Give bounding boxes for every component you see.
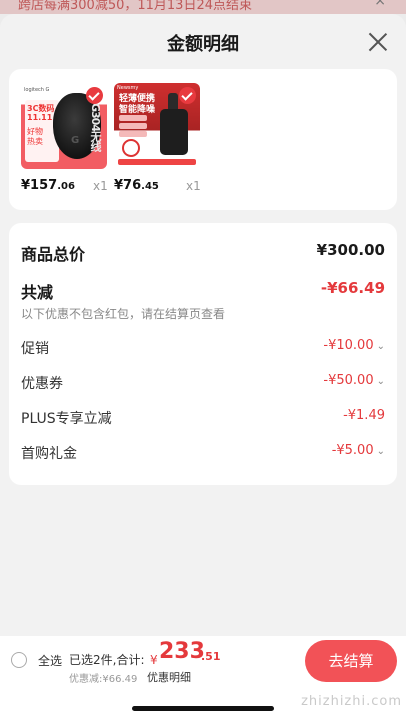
coupon-label: 优惠券 <box>21 376 63 392</box>
product-price: ¥157.06 <box>21 178 75 193</box>
amount-detail-sheet: 金额明细 logitech G 3C数码 11.11 好物 热卖 G G304无… <box>0 14 406 636</box>
product-item[interactable]: Newsmy 轻薄便携 智能降噪 ¥76.45 x1 <box>114 83 204 193</box>
thumb-text: 智能降噪 <box>119 105 156 115</box>
feature-bar <box>119 115 147 121</box>
plus-label: PLUS专享立减 <box>21 411 112 427</box>
selected-count: 已选2件,合计: <box>69 653 145 667</box>
checked-icon <box>179 87 196 104</box>
home-indicator[interactable] <box>132 706 274 711</box>
coupon-amount: -¥50.00 <box>323 373 374 388</box>
plus-row: PLUS专享立减 -¥1.49 <box>21 408 385 428</box>
promo-value: -¥10.00 ⌄ <box>323 338 385 353</box>
product-item[interactable]: logitech G 3C数码 11.11 好物 热卖 G G304无线 ¥15… <box>21 83 111 193</box>
first-purchase-label: 首购礼金 <box>21 446 77 462</box>
thumb-text: G304无线 <box>89 103 102 151</box>
promo-strip-text: 跨店每满300减50，11月13日24点结束 <box>18 0 252 13</box>
promo-label: 促销 <box>21 341 49 357</box>
thumb-text: 热卖 <box>27 137 43 146</box>
feature-bar <box>119 123 147 129</box>
total-integer: 233 <box>159 639 205 664</box>
product-price: ¥76.45 <box>114 178 159 193</box>
promo-bar <box>118 159 196 165</box>
price-int: ¥76 <box>114 178 142 193</box>
total-decimal: .51 <box>201 650 221 663</box>
close-icon[interactable] <box>368 32 388 52</box>
product-thumbnail[interactable]: Newsmy 轻薄便携 智能降噪 <box>114 83 200 169</box>
total-currency: ¥ <box>150 653 158 667</box>
thumb-text: 11.11 <box>27 113 53 122</box>
product-thumbnail[interactable]: logitech G 3C数码 11.11 好物 热卖 G G304无线 <box>21 83 107 169</box>
coupon-row[interactable]: 优惠券 -¥50.00 ⌄ <box>21 373 385 393</box>
coupon-value: -¥50.00 ⌄ <box>323 373 385 388</box>
promo-amount: -¥10.00 <box>323 338 374 353</box>
promo-close-icon: × <box>374 0 386 9</box>
reduce-label: 共减 <box>21 283 54 302</box>
reduce-value: -¥66.49 <box>320 279 385 297</box>
checked-icon <box>86 87 103 104</box>
chevron-down-icon[interactable]: ⌄ <box>377 446 385 457</box>
promo-row[interactable]: 促销 -¥10.00 ⌄ <box>21 338 385 358</box>
price-int: ¥157 <box>21 178 58 193</box>
checkout-bar: 全选 已选2件,合计: ¥ 233 .51 优惠减:¥66.49 优惠明细 去结… <box>0 636 406 720</box>
discount-summary: 优惠减:¥66.49 <box>69 674 138 685</box>
select-all-label[interactable]: 全选 <box>38 652 62 669</box>
feature-bar <box>119 131 147 137</box>
product-qty: x1 <box>93 179 108 193</box>
chevron-down-icon[interactable]: ⌄ <box>377 376 385 387</box>
product-qty: x1 <box>186 179 201 193</box>
price-dec: .06 <box>57 181 75 192</box>
total-label: 商品总价 <box>21 245 86 264</box>
mic-receiver-image <box>160 109 188 155</box>
plus-value: -¥1.49 <box>343 408 385 423</box>
products-card: logitech G 3C数码 11.11 好物 热卖 G G304无线 ¥15… <box>9 69 397 210</box>
watermark-text: zhizhizhi.com <box>301 694 402 709</box>
checkout-button[interactable]: 去结算 <box>305 640 397 682</box>
logo-ring <box>122 139 140 157</box>
discount-detail-link[interactable]: 优惠明细 <box>147 669 191 685</box>
mouse-logo: G <box>71 135 80 146</box>
first-purchase-amount: -¥5.00 <box>331 443 374 458</box>
select-all-radio[interactable] <box>11 652 27 668</box>
sheet-title: 金额明细 <box>167 34 239 55</box>
first-purchase-value: -¥5.00 ⌄ <box>332 443 385 458</box>
summary-card: 商品总价 ¥300.00 共减 -¥66.49 以下优惠不包含红包，请在结算页查… <box>9 223 397 485</box>
total-value: ¥300.00 <box>316 241 385 259</box>
brand-logo-text: logitech G <box>24 87 50 93</box>
price-dec: .45 <box>141 181 159 192</box>
discount-note: 以下优惠不包含红包，请在结算页查看 <box>21 307 226 321</box>
first-purchase-row[interactable]: 首购礼金 -¥5.00 ⌄ <box>21 443 385 463</box>
background-promo-strip: 跨店每满300减50，11月13日24点结束 × <box>0 0 406 14</box>
chevron-down-icon[interactable]: ⌄ <box>377 341 385 352</box>
